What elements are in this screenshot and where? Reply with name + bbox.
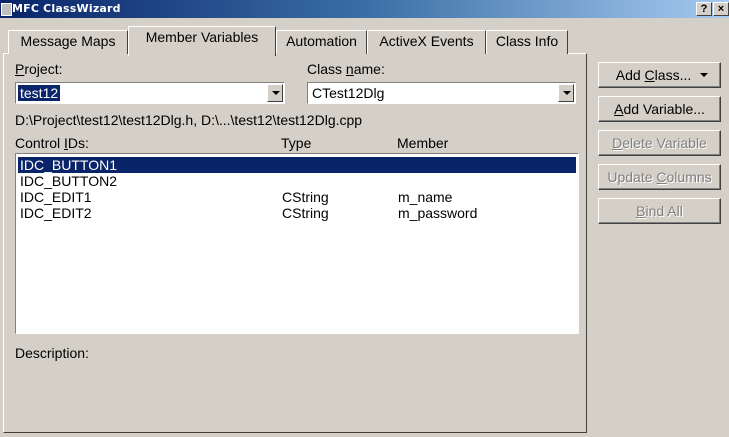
tab-class-info[interactable]: Class Info [486,30,568,54]
column-header-control-ids: Control IDs: [15,135,89,151]
list-item[interactable]: IDC_EDIT1 CString m_name [18,189,576,205]
class-name-combo[interactable]: CTest12Dlg [307,82,576,104]
window-title: MFC ClassWizard [12,2,121,15]
file-path: D:\Project\test12\test12Dlg.h, D:\...\te… [15,112,363,128]
project-combo[interactable]: test12 [15,82,285,104]
add-variable-button[interactable]: Add Variable... [598,96,721,122]
tab-activex-events[interactable]: ActiveX Events [367,30,486,54]
list-item[interactable]: IDC_BUTTON1 [18,157,576,173]
list-item[interactable]: IDC_BUTTON2 [18,173,576,189]
tab-automation[interactable]: Automation [276,30,367,54]
column-header-member: Member [397,135,449,151]
class-name-value: CTest12Dlg [312,85,385,101]
column-header-type: Type [281,135,312,151]
update-columns-button[interactable]: Update Columns [598,164,721,190]
chevron-down-icon [563,91,571,95]
tab-message-maps[interactable]: Message Maps [8,30,128,54]
delete-variable-button[interactable]: Delete Variable [598,130,721,156]
control-ids-list[interactable]: IDC_BUTTON1 IDC_BUTTON2 IDC_EDIT1 CStrin… [15,153,579,334]
title-bar[interactable]: MFC ClassWizard ? × [0,0,729,18]
chevron-down-icon [272,91,280,95]
class-name-dropdown-button[interactable] [558,84,574,102]
project-label: Project: [15,61,63,77]
close-button[interactable]: × [713,2,729,16]
bind-all-button[interactable]: Bind All [598,198,721,224]
help-button[interactable]: ? [696,2,712,16]
description-label: Description: [15,345,89,361]
add-class-button[interactable]: Add Class... [598,62,721,88]
app-icon[interactable] [1,3,12,16]
tab-member-variables[interactable]: Member Variables [128,26,276,56]
list-item[interactable]: IDC_EDIT2 CString m_password [18,205,576,221]
project-dropdown-button[interactable] [267,84,283,102]
class-name-label: Class name: [307,61,385,77]
chevron-down-icon [700,73,708,77]
project-value: test12 [18,85,61,101]
